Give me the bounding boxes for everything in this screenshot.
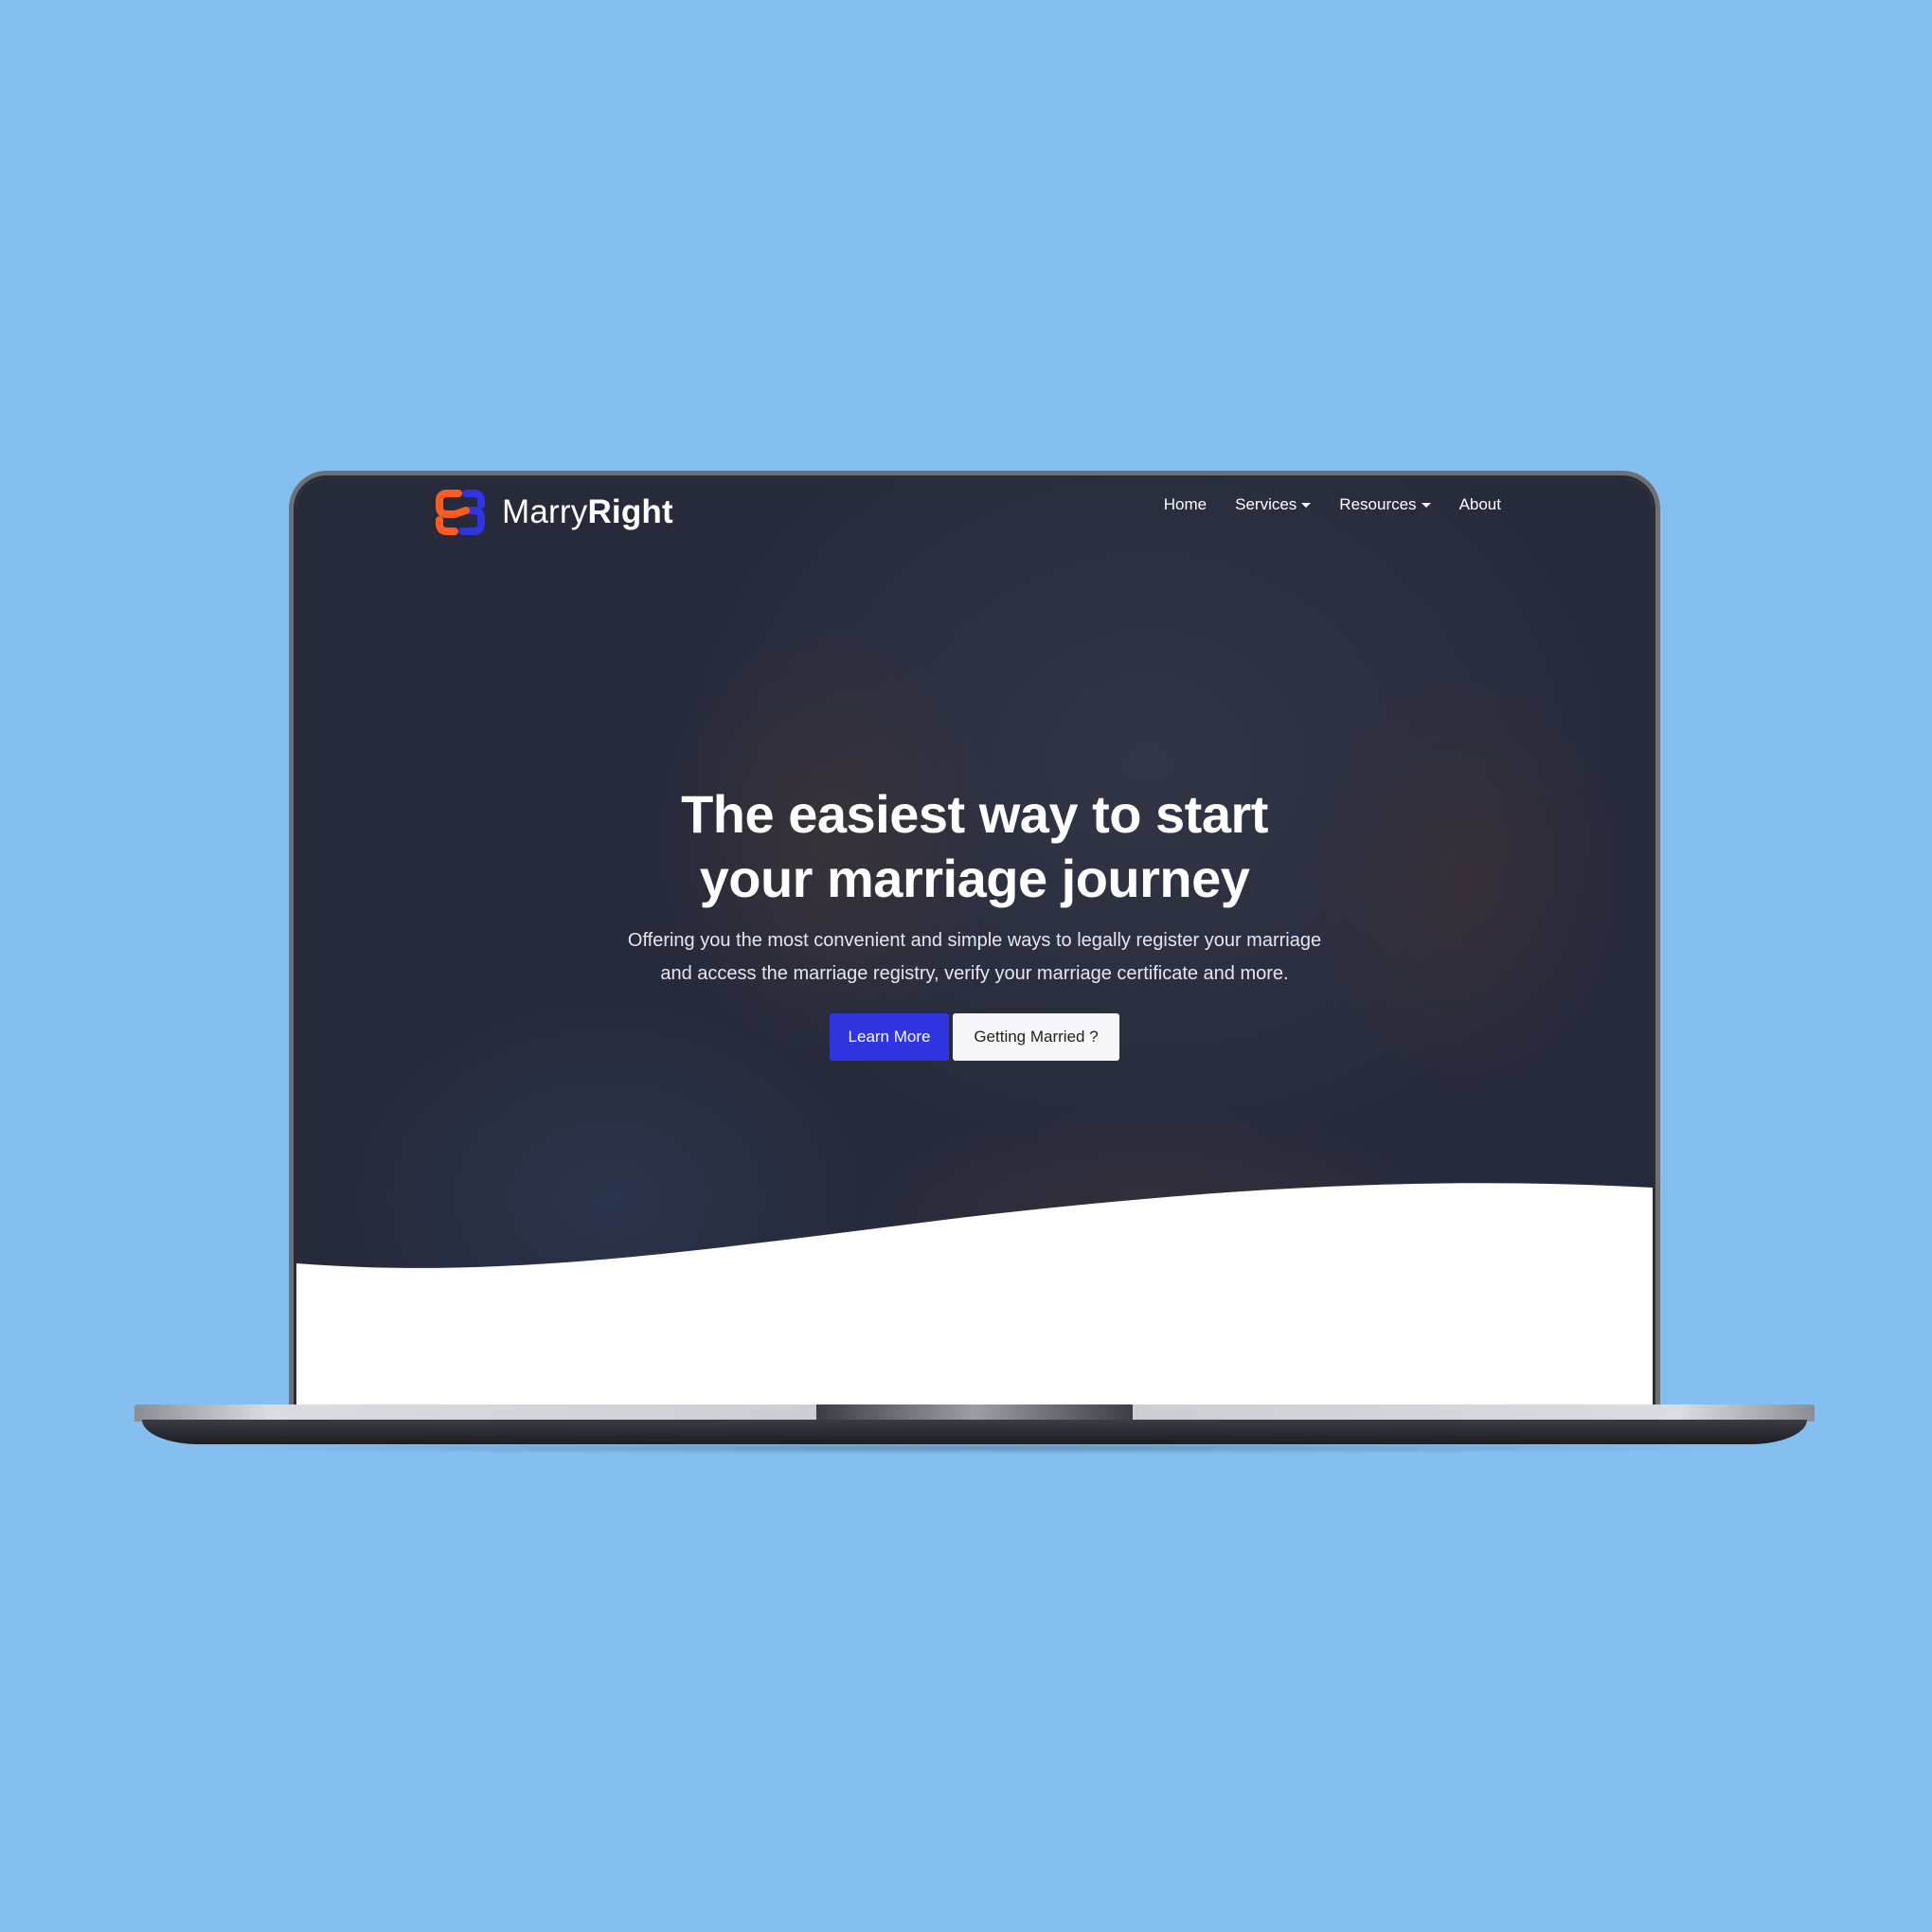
hero-headline-line2: your marriage journey bbox=[699, 849, 1250, 908]
brand-link[interactable]: MarryRight bbox=[434, 484, 673, 541]
hero-headline: The easiest way to start your marriage j… bbox=[596, 782, 1353, 911]
laptop-screen: MarryRight Home Services Resources About bbox=[296, 479, 1653, 1407]
hero-cta-row: Learn More Getting Married ? bbox=[596, 1013, 1353, 1061]
nav-item-resources[interactable]: Resources bbox=[1339, 495, 1431, 514]
hero-headline-line1: The easiest way to start bbox=[681, 784, 1268, 844]
mockup-stage: MarryRight Home Services Resources About bbox=[0, 0, 1932, 1932]
chain-link-logo-icon bbox=[436, 490, 485, 535]
nav-item-about[interactable]: About bbox=[1459, 495, 1501, 514]
learn-more-button[interactable]: Learn More bbox=[830, 1013, 949, 1061]
laptop-shadow bbox=[189, 1441, 1762, 1455]
nav-item-label: Home bbox=[1163, 495, 1208, 513]
brand-name-bold: Right bbox=[587, 493, 673, 530]
brand-name-light: Marry bbox=[502, 493, 588, 530]
navbar: MarryRight Home Services Resources About bbox=[296, 479, 1653, 555]
caret-down-icon bbox=[1301, 502, 1312, 508]
nav-item-services[interactable]: Services bbox=[1235, 495, 1312, 514]
hero-subtext: Offering you the most convenient and sim… bbox=[627, 930, 1322, 984]
nav-item-label: About bbox=[1458, 495, 1501, 513]
hero-content: The easiest way to start your marriage j… bbox=[596, 782, 1353, 1061]
nav-menu: Home Services Resources About bbox=[1164, 495, 1501, 514]
caret-down-icon bbox=[1421, 502, 1431, 508]
nav-item-label: Services bbox=[1235, 495, 1297, 513]
getting-married-button[interactable]: Getting Married ? bbox=[953, 1013, 1119, 1061]
nav-item-label: Resources bbox=[1339, 495, 1417, 513]
brand-name: MarryRight bbox=[502, 493, 673, 531]
nav-item-home[interactable]: Home bbox=[1164, 495, 1207, 514]
hero-wave-divider bbox=[296, 1183, 1653, 1407]
